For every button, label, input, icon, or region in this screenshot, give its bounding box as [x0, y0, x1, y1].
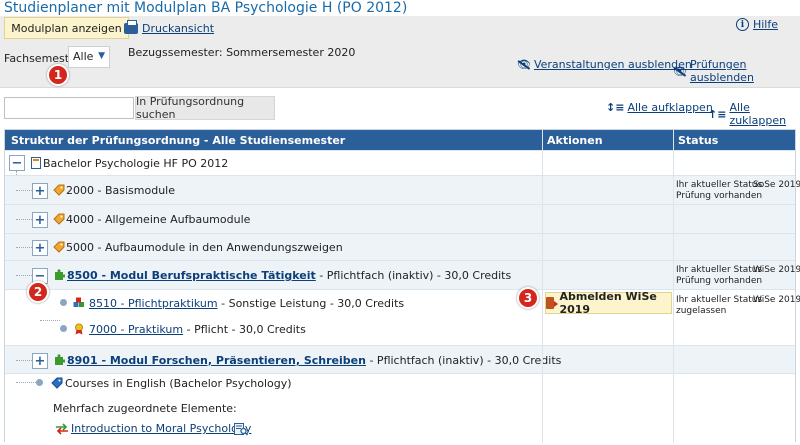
expand-all-label[interactable]: Alle aufklappen: [627, 101, 712, 114]
status-semester: WiSe 2019: [753, 295, 800, 305]
eye-off-icon: 👁: [517, 58, 531, 71]
node-label: Courses in English (Bachelor Psychology): [65, 377, 292, 390]
table-row: + 2000 - Basismodule Ihr aktueller Statu…: [5, 175, 800, 204]
mehrfach-link[interactable]: Introduction to Moral Psychology: [71, 422, 251, 435]
node-label: 4000 - Allgemeine Aufbaumodule: [66, 213, 251, 226]
column-header-actions: Aktionen: [547, 134, 603, 147]
eye-off-icon: 👁: [673, 64, 687, 78]
info-icon: i: [735, 18, 749, 31]
hide-veranstaltungen-label[interactable]: Veranstaltungen ausblenden: [534, 58, 692, 71]
expand-toggle[interactable]: +: [32, 353, 48, 369]
search-button[interactable]: In Prüfungsordnung suchen: [135, 95, 275, 121]
toolbar: Modulplan anzeigen Druckansicht Fachseme…: [0, 16, 800, 88]
mehrfach-label: Mehrfach zugeordnete Elemente:: [53, 402, 237, 415]
fachsemester-select[interactable]: Alle ▼: [68, 46, 110, 68]
fachsemester-value: Alle: [73, 50, 94, 63]
document-icon: [31, 157, 41, 169]
table-row: + 5000 - Aufbaumodule in den Anwendungsz…: [5, 233, 795, 260]
exam-link-7000[interactable]: 7000 - Praktikum: [89, 323, 183, 336]
table-row: 7000 - Praktikum - Pflicht - 30,0 Credit…: [5, 320, 795, 345]
tag-icon: [51, 377, 63, 389]
module-link-8901[interactable]: 8901 - Modul Forschen, Präsentieren, Sch…: [67, 354, 366, 367]
bezugssemester-text: Bezugssemester: Sommersemester 2020: [128, 46, 356, 59]
help-label[interactable]: Hilfe: [753, 18, 778, 31]
node-label: 2000 - Basismodule: [66, 184, 175, 197]
po-structure-table: Struktur der Prüfungsordnung - Alle Stud…: [4, 129, 800, 443]
status-semester: WiSe 2019: [753, 265, 800, 275]
exit-door-icon: [546, 297, 560, 309]
exam-link-8510[interactable]: 8510 - Pflichtpraktikum: [89, 297, 218, 310]
print-label[interactable]: Druckansicht: [142, 22, 214, 35]
column-header-structure: Struktur der Prüfungsordnung - Alle Stud…: [11, 134, 346, 147]
expand-icon: ↕≡: [606, 101, 625, 114]
award-icon: [75, 323, 83, 335]
callout-badge-3: 3: [517, 287, 539, 309]
tag-icon: [53, 184, 65, 196]
abmelden-button[interactable]: Abmelden WiSe 2019: [545, 290, 672, 316]
details-search-icon[interactable]: [234, 423, 248, 436]
expand-toggle[interactable]: +: [32, 183, 48, 199]
printer-icon: [124, 20, 138, 34]
status-text: Ihr aktueller Status zugelassen: [676, 295, 763, 316]
print-link[interactable]: Druckansicht: [124, 20, 214, 35]
swap-arrows-icon: [56, 423, 68, 435]
tree-root: − Bachelor Psychologie HF PO 2012: [5, 150, 795, 175]
hide-pruefungen-link[interactable]: 👁 Prüfungen ausblenden: [673, 58, 800, 84]
table-row: − 8500 - Modul Berufspraktische Tätigkei…: [5, 260, 800, 289]
tag-icon: [53, 213, 65, 225]
root-label: Bachelor Psychologie HF PO 2012: [43, 157, 229, 170]
hide-pruefungen-label[interactable]: Prüfungen ausblenden: [690, 58, 800, 84]
collapse-toggle[interactable]: −: [9, 155, 25, 171]
collapse-all-link[interactable]: ↑≡ Alle zuklappen: [708, 101, 800, 127]
modulplan-button[interactable]: Modulplan anzeigen: [4, 17, 129, 39]
tag-icon: [53, 241, 65, 253]
collapse-icon: ↑≡: [708, 107, 727, 121]
table-row: + 8901 - Modul Forschen, Präsentieren, S…: [5, 345, 795, 373]
page-title: Studienplaner mit Modulplan BA Psycholog…: [4, 0, 408, 16]
module-link-8500[interactable]: 8500 - Modul Berufspraktische Tätigkeit: [67, 269, 316, 282]
status-semester: SoSe 2019: [753, 180, 800, 190]
table-header: Struktur der Prüfungsordnung - Alle Stud…: [5, 130, 795, 150]
status-text: Ihr aktueller Status Prüfung vorhanden: [676, 265, 763, 286]
expand-all-link[interactable]: ↕≡ Alle aufklappen: [606, 101, 713, 114]
help-link[interactable]: i Hilfe: [735, 18, 778, 31]
status-text: Ihr aktueller Status Prüfung vorhanden: [676, 180, 763, 201]
table-row: Courses in English (Bachelor Psychology)…: [5, 373, 795, 443]
node-label: 8500 - Modul Berufspraktische Tätigkeit …: [67, 269, 512, 282]
blocks-icon: [73, 297, 84, 307]
collapse-all-label[interactable]: Alle zuklappen: [729, 101, 800, 127]
chevron-down-icon: ▼: [98, 51, 105, 61]
column-header-status: Status: [678, 134, 719, 147]
expand-toggle[interactable]: +: [32, 212, 48, 228]
node-label: 8510 - Pflichtpraktikum - Sonstige Leist…: [89, 297, 405, 310]
puzzle-icon: [55, 269, 65, 280]
search-input[interactable]: [4, 97, 134, 119]
table-row: + 4000 - Allgemeine Aufbaumodule: [5, 204, 795, 233]
callout-badge-2: 2: [27, 281, 49, 303]
callout-badge-1: 1: [47, 64, 69, 86]
node-label: 5000 - Aufbaumodule in den Anwendungszwe…: [66, 241, 343, 254]
abmelden-label: Abmelden WiSe 2019: [559, 290, 657, 316]
node-label: 7000 - Praktikum - Pflicht - 30,0 Credit…: [89, 323, 306, 336]
table-row: 8510 - Pflichtpraktikum - Sonstige Leist…: [5, 289, 800, 320]
node-label: 8901 - Modul Forschen, Präsentieren, Sch…: [67, 354, 562, 367]
puzzle-icon: [55, 354, 65, 365]
hide-veranstaltungen-link[interactable]: 👁 Veranstaltungen ausblenden: [517, 58, 692, 71]
expand-toggle[interactable]: +: [32, 240, 48, 256]
